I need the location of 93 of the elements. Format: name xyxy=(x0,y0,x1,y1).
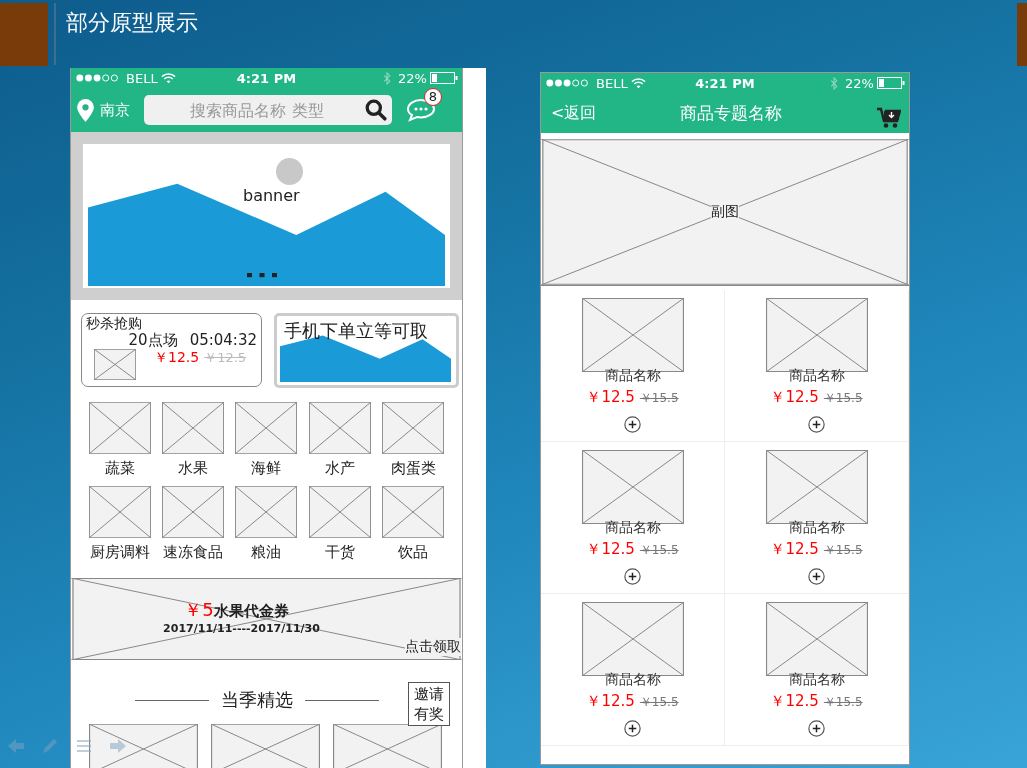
circle-icon xyxy=(276,158,303,185)
category-image xyxy=(382,486,445,538)
product-card[interactable]: 商品名称 ￥12.5 ￥15.5 xyxy=(725,594,909,746)
bluetooth-icon xyxy=(830,76,839,90)
original-price: ￥15.5 xyxy=(639,694,679,711)
original-price: ￥12.5 xyxy=(204,349,247,367)
category-label[interactable]: 饮品 xyxy=(398,543,429,562)
flash-sale-card[interactable]: 秒杀抢购 20点场 05:04:32 ￥12.5 ￥12.5 xyxy=(81,313,262,387)
image-placeholder xyxy=(94,349,136,380)
price: ￥12.5 xyxy=(154,349,200,367)
menu-icon[interactable] xyxy=(74,738,94,754)
category-label[interactable]: 海鲜 xyxy=(251,459,282,478)
carousel-dots-icon xyxy=(246,273,278,278)
original-price: ￥15.5 xyxy=(823,542,863,559)
add-icon[interactable] xyxy=(624,416,641,433)
category-image xyxy=(88,486,151,538)
message-count-badge: 8 xyxy=(424,88,442,106)
clock-time: 4:21 PM xyxy=(695,75,755,91)
page-title: 商品专题名称 xyxy=(679,101,782,125)
image-label: 副图 xyxy=(711,203,739,221)
add-icon[interactable] xyxy=(808,720,825,737)
add-icon[interactable] xyxy=(808,568,825,585)
coupon-banner[interactable]: ￥5水果代金券 2017/11/11----2017/11/30 点击领取 xyxy=(71,578,462,660)
product-name: 商品名称 xyxy=(604,520,661,534)
category-image xyxy=(88,402,151,454)
category-label[interactable]: 水产 xyxy=(324,459,355,478)
battery-icon xyxy=(877,77,905,89)
product-name: 商品名称 xyxy=(788,672,845,686)
price: ￥12.5 xyxy=(770,540,819,559)
carrier-name: BELL xyxy=(596,75,628,91)
search-field[interactable]: 搜索商品名称 类型 xyxy=(144,95,392,125)
claim-link[interactable]: 点击领取 xyxy=(405,638,461,656)
countdown-timer: 05:04:32 xyxy=(189,331,257,349)
coupon-dates: 2017/11/11----2017/11/30 xyxy=(163,622,320,635)
flash-sale-title: 秒杀抢购 xyxy=(86,315,143,331)
category-image xyxy=(382,402,445,454)
cart-icon[interactable] xyxy=(877,107,901,129)
category-label[interactable]: 粮油 xyxy=(251,543,282,562)
price: ￥12.5 xyxy=(770,692,819,711)
city-name: 南京 xyxy=(100,100,130,120)
product-name: 商品名称 xyxy=(604,368,661,382)
product-card[interactable]: 商品名称 ￥12.5 ￥15.5 xyxy=(725,442,909,594)
add-icon[interactable] xyxy=(624,568,641,585)
coupon-name: 水果代金券 xyxy=(213,602,289,621)
product-card[interactable]: 商品名称 ￥12.5 ￥15.5 xyxy=(725,290,909,442)
original-price: ￥15.5 xyxy=(639,542,679,559)
category-image xyxy=(308,402,371,454)
category-image xyxy=(162,402,225,454)
promo-text: 手机下单立等可取 xyxy=(284,319,428,343)
battery-percent: 22% xyxy=(398,70,427,86)
product-name: 商品名称 xyxy=(788,368,845,382)
category-image xyxy=(162,486,225,538)
category-label[interactable]: 肉蛋类 xyxy=(390,459,436,478)
original-price: ￥15.5 xyxy=(823,390,863,407)
original-price: ￥15.5 xyxy=(639,390,679,407)
product-name: 商品名称 xyxy=(788,520,845,534)
sale-session: 20点场 xyxy=(128,331,178,349)
section-title: 当季精选 xyxy=(220,688,293,712)
category-label[interactable]: 速冻食品 xyxy=(163,543,224,562)
category-label[interactable]: 水果 xyxy=(178,459,209,478)
product-name: 商品名称 xyxy=(604,672,661,686)
coupon-amount: ￥5 xyxy=(184,598,214,622)
add-icon[interactable] xyxy=(624,720,641,737)
add-icon[interactable] xyxy=(808,416,825,433)
battery-icon xyxy=(430,72,458,84)
price: ￥12.5 xyxy=(586,540,635,559)
invite-button[interactable]: 邀请有奖 xyxy=(408,682,450,726)
original-price: ￥15.5 xyxy=(823,694,863,711)
title-block xyxy=(0,3,48,66)
category-label[interactable]: 厨房调料 xyxy=(89,543,150,562)
category-label[interactable]: 蔬菜 xyxy=(104,459,135,478)
product-card[interactable]: 商品名称 ￥12.5 ￥15.5 xyxy=(541,442,725,594)
title-block xyxy=(1017,3,1027,66)
promo-card[interactable]: 手机下单立等可取 xyxy=(274,313,459,388)
slide-title: 部分原型展示 xyxy=(66,9,198,37)
location-pin-icon xyxy=(77,98,94,122)
price: ￥12.5 xyxy=(586,692,635,711)
carrier-name: BELL xyxy=(126,70,158,86)
price: ￥12.5 xyxy=(770,388,819,407)
bluetooth-icon xyxy=(383,71,392,85)
category-image xyxy=(308,486,371,538)
clock-time: 4:21 PM xyxy=(236,70,297,86)
wifi-icon xyxy=(160,72,176,84)
wifi-icon xyxy=(630,77,646,89)
price: ￥12.5 xyxy=(586,388,635,407)
banner-label: banner xyxy=(243,186,300,205)
category-label[interactable]: 干货 xyxy=(324,543,355,562)
category-image xyxy=(235,402,298,454)
search-icon[interactable] xyxy=(365,99,387,121)
battery-percent: 22% xyxy=(845,75,874,91)
product-card[interactable]: 商品名称 ￥12.5 ￥15.5 xyxy=(541,290,725,442)
product-card[interactable]: 商品名称 ￥12.5 ￥15.5 xyxy=(541,594,725,746)
category-image xyxy=(235,486,298,538)
